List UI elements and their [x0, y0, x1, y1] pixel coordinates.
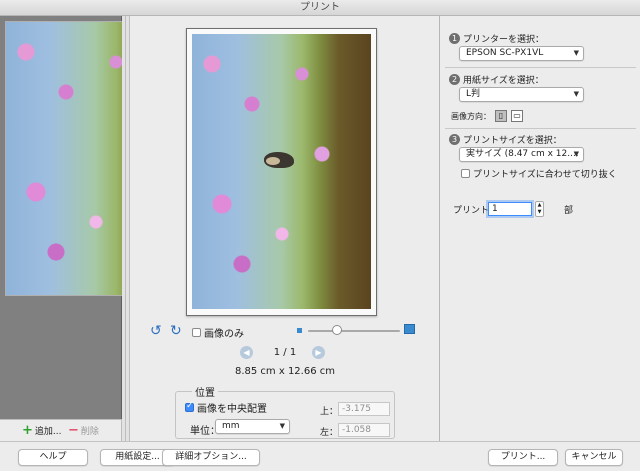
orientation-label: 画像方向： — [451, 111, 491, 121]
paper-size-value: L判 — [466, 89, 481, 99]
plus-icon: + — [22, 422, 33, 438]
image-only-label: 画像のみ — [204, 329, 244, 340]
thumbnail-panel — [0, 16, 184, 419]
window-title: プリント — [0, 0, 640, 16]
top-field[interactable]: -3.175 — [338, 402, 390, 416]
center-image-checkbox[interactable] — [185, 401, 194, 412]
zoom-in-icon[interactable] — [404, 324, 415, 334]
settings-panel: 1 プリンターを選択： EPSON SC-PX1VL ▼ 2 用紙サイズを選択：… — [441, 16, 640, 441]
copies-input[interactable]: 1 — [488, 202, 532, 216]
landscape-orientation-icon[interactable]: ▭ — [511, 110, 523, 122]
printer-step-label: 1 プリンターを選択： — [449, 32, 544, 45]
print-preview-page — [186, 28, 377, 316]
print-size-select[interactable]: 実サイズ (8.47 cm x 12.... ▼ — [459, 147, 584, 162]
page-navigator: ◀ 1 / 1 ▶ — [240, 346, 330, 360]
copies-label: プリント — [453, 206, 490, 216]
preview-controls: ↺ ↻ 画像のみ — [150, 324, 420, 340]
left-label: 左： — [320, 428, 339, 438]
position-legend: 位置 — [192, 384, 218, 399]
thumbnail-footer: + 追加... − 削除 — [0, 419, 122, 441]
bird-subject — [264, 152, 294, 168]
center-image-label: 画像を中央配置 — [197, 404, 267, 415]
delete-image-button[interactable]: − 削除 — [68, 422, 99, 438]
rotate-left-icon[interactable]: ↺ — [150, 324, 162, 338]
cancel-button[interactable]: キャンセル — [565, 449, 623, 466]
copies-stepper[interactable]: ▲ ▼ — [535, 201, 544, 217]
chevron-down-icon: ▼ — [573, 90, 579, 98]
paper-step-label: 2 用紙サイズを選択： — [449, 73, 544, 86]
orientation-group: 画像方向： ▯ ▭ — [451, 110, 523, 122]
step-2-badge: 2 — [449, 74, 460, 85]
image-only-option[interactable]: 画像のみ — [192, 325, 244, 340]
bottom-toolbar: ヘルプ 用紙設定... 詳細オプション... プリント... キャンセル — [0, 441, 640, 471]
step-1-badge: 1 — [449, 33, 460, 44]
preview-image — [192, 34, 371, 309]
unit-select[interactable]: mm ▼ — [215, 419, 290, 434]
print-size-value: 実サイズ (8.47 cm x 12.... — [466, 149, 579, 159]
rotate-right-icon[interactable]: ↻ — [170, 324, 182, 338]
step-3-badge: 3 — [449, 134, 460, 145]
detail-options-button[interactable]: 詳細オプション... — [162, 449, 260, 466]
panel-divider[interactable] — [122, 16, 130, 441]
add-label: 追加... — [34, 427, 62, 437]
delete-label: 削除 — [80, 427, 99, 437]
prev-page-button[interactable]: ◀ — [240, 346, 253, 359]
minus-icon: − — [68, 422, 79, 438]
print-size-step-label: 3 プリントサイズを選択： — [449, 133, 562, 146]
print-button[interactable]: プリント... — [488, 449, 558, 466]
center-image-option[interactable]: 画像を中央配置 — [185, 400, 267, 415]
divider — [445, 67, 636, 68]
unit-value: mm — [222, 421, 240, 431]
crop-to-fit-checkbox[interactable] — [461, 169, 470, 178]
paper-size-label: 用紙サイズを選択： — [463, 76, 544, 86]
image-only-checkbox[interactable] — [192, 328, 201, 337]
zoom-out-icon[interactable] — [297, 328, 302, 333]
chevron-down-icon: ▼ — [573, 49, 579, 57]
top-label: 上： — [320, 407, 339, 417]
zoom-slider-knob[interactable] — [332, 325, 342, 335]
print-dimensions: 8.85 cm x 12.66 cm — [234, 366, 335, 377]
chevron-down-icon: ▼ — [573, 150, 579, 158]
printer-select[interactable]: EPSON SC-PX1VL ▼ — [459, 46, 584, 61]
portrait-orientation-icon[interactable]: ▯ — [495, 110, 507, 122]
print-size-label: プリントサイズを選択： — [463, 136, 562, 146]
add-image-button[interactable]: + 追加... — [22, 422, 62, 438]
zoom-slider-track[interactable] — [308, 330, 400, 332]
printer-label: プリンターを選択： — [463, 35, 545, 45]
copies-unit: 部 — [564, 206, 574, 216]
preview-panel: ↺ ↻ 画像のみ ◀ 1 / 1 ▶ 8.85 cm x 12.66 cm 位置… — [130, 16, 440, 441]
left-field[interactable]: -1.058 — [338, 423, 390, 437]
page-indicator: 1 / 1 — [273, 347, 297, 358]
help-button[interactable]: ヘルプ — [18, 449, 88, 466]
crop-to-fit-option[interactable]: プリントサイズに合わせて切り抜く — [461, 167, 617, 180]
crop-to-fit-label: プリントサイズに合わせて切り抜く — [473, 170, 617, 180]
divider — [445, 128, 636, 129]
chevron-down-icon: ▼ — [279, 422, 285, 430]
printer-value: EPSON SC-PX1VL — [466, 48, 544, 58]
paper-size-select[interactable]: L判 ▼ — [459, 87, 584, 102]
next-page-button[interactable]: ▶ — [312, 346, 325, 359]
